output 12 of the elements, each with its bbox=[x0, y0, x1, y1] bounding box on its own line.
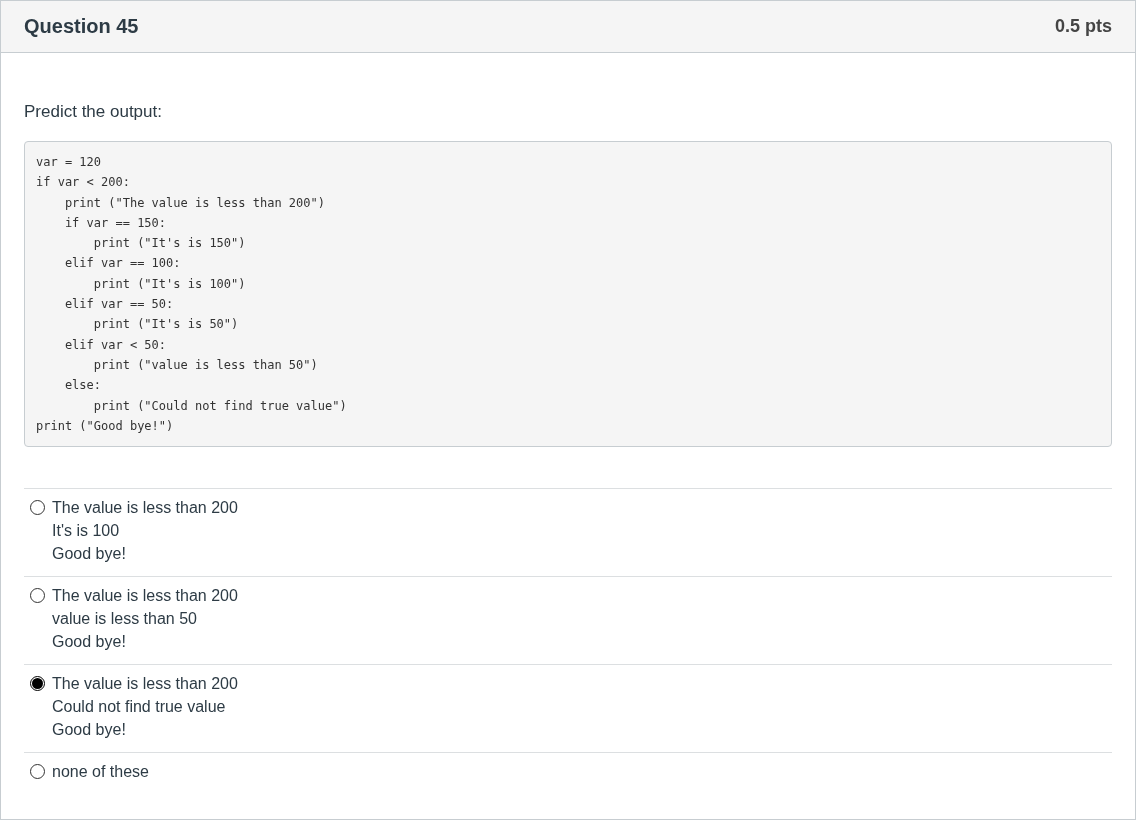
radio-button[interactable] bbox=[30, 764, 45, 780]
answer-option[interactable]: The value is less than 200 It's is 100 Good bye! bbox=[52, 496, 238, 566]
code-block: var = 120 if var < 200: print ("The value is less than 200") if var == 150: print ("It's is 150") elif var == 100: print ("It's is 100") elif var == 50: print ("It's is 50") elif var < 50: print ("value is less than 50") else: print ("Could not find true value") print ("Good bye!") bbox=[24, 141, 1112, 448]
radio-button[interactable] bbox=[30, 676, 45, 692]
answer-option[interactable]: none of these bbox=[52, 760, 149, 784]
points-label: 0.5 pts bbox=[1054, 16, 1112, 37]
question-title: Question 45 bbox=[24, 15, 139, 38]
radio-button[interactable] bbox=[30, 500, 45, 516]
radio-button[interactable] bbox=[30, 588, 45, 604]
answer-option[interactable]: The value is less than 200 value is less than 50 Good bye! bbox=[52, 584, 238, 654]
answer-option[interactable]: The value is less than 200 Could not find true value Good bye! bbox=[52, 672, 238, 742]
question-prompt: Predict the output: bbox=[24, 102, 163, 122]
